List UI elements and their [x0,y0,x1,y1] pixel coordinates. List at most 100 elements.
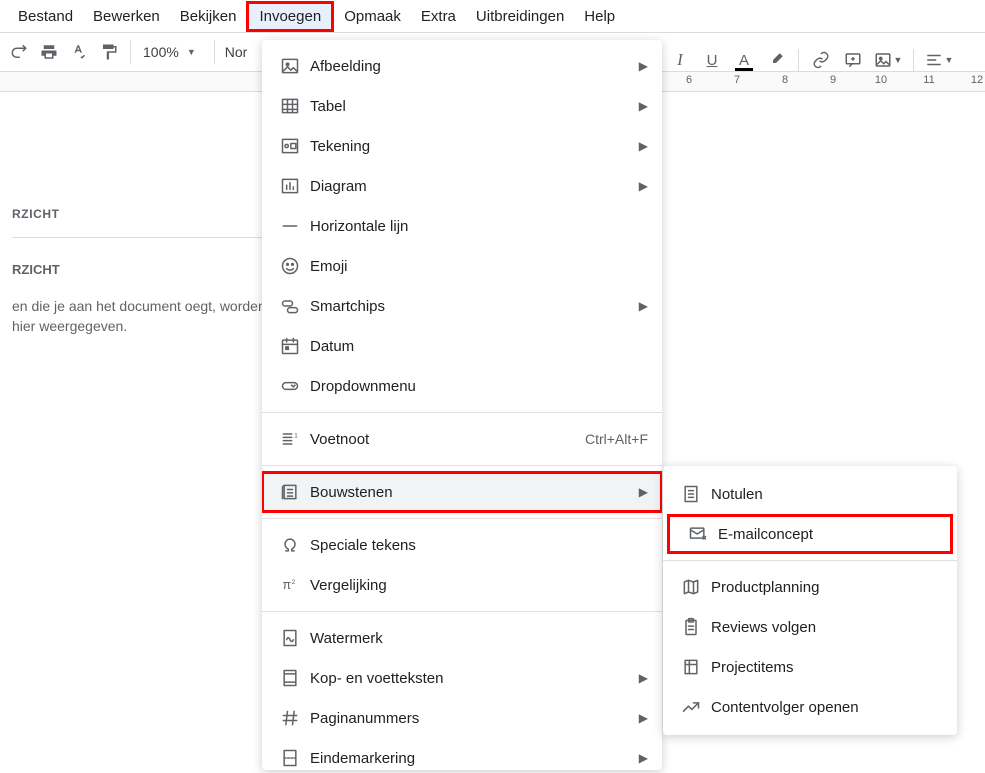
insert-menu-item-table[interactable]: Tabel▶ [262,86,662,126]
menu-item-label: Emoji [310,258,648,275]
menu-opmaak[interactable]: Opmaak [334,4,411,29]
submenu-item-label: Reviews volgen [711,619,943,636]
insert-menu-item-footnote[interactable]: 1VoetnootCtrl+Alt+F [262,419,662,459]
text-color-button[interactable]: A [731,47,757,73]
submenu-arrow-icon: ▶ [639,751,648,765]
submenu-arrow-icon: ▶ [639,485,648,499]
insert-menu-item-image[interactable]: Afbeelding▶ [262,46,662,86]
submenu-item-label: E-mailconcept [718,526,936,543]
menu-invoegen[interactable]: Invoegen [246,1,334,32]
menu-item-label: Tabel [310,98,639,115]
outline-panel: RZICHT + RZICHT en die je aan het docume… [0,92,300,336]
submenu-item-email[interactable]: E-mailconcept [667,514,953,554]
submenu-item-label: Notulen [711,486,943,503]
clipboard-icon [677,617,705,637]
omega-icon [276,535,304,555]
paint-format-icon[interactable] [97,40,121,64]
submenu-item-trend[interactable]: Contentvolger openen [663,687,957,727]
hash-icon [276,708,304,728]
add-comment-button[interactable] [840,47,866,73]
insert-menu-item-chart[interactable]: Diagram▶ [262,166,662,206]
table-icon [276,96,304,116]
menu-uitbreidingen[interactable]: Uitbreidingen [466,4,574,29]
outline-empty-desc: en die je aan het document oegt, worden … [12,297,288,336]
insert-menu-item-smartchips[interactable]: Smartchips▶ [262,286,662,326]
zoom-selector[interactable]: 100% ▼ [143,44,202,60]
date-icon [276,336,304,356]
menu-item-label: Eindemarkering [310,750,639,767]
menu-help[interactable]: Help [574,4,625,29]
insert-menu-item-emoji[interactable]: Emoji [262,246,662,286]
submenu-item-label: Projectitems [711,659,943,676]
toolbar-right-fragment: I U A ▼ ▼ [664,43,958,77]
emoji-icon [276,256,304,276]
insert-menu-item-blocks[interactable]: Bouwstenen▶ [262,472,662,512]
menubar: BestandBewerkenBekijkenInvoegenOpmaakExt… [0,0,985,32]
trend-icon [677,697,705,717]
menu-item-label: Bouwstenen [310,484,639,501]
zoom-value: 100% [143,44,179,60]
submenu-arrow-icon: ▶ [639,179,648,193]
italic-button[interactable]: I [667,47,693,73]
submenu-item-notes[interactable]: Notulen [663,474,957,514]
insert-menu-item-date[interactable]: Datum [262,326,662,366]
submenu-item-clipboard[interactable]: Reviews volgen [663,607,957,647]
align-button[interactable]: ▼ [923,47,955,73]
svg-text:2: 2 [292,579,296,586]
menu-bewerken[interactable]: Bewerken [83,4,170,29]
menu-item-label: Paginanummers [310,710,639,727]
redo-icon[interactable] [7,40,31,64]
paragraph-style[interactable]: Nor [225,44,248,60]
insert-menu-item-break[interactable]: Eindemarkering▶ [262,738,662,770]
watermark-icon [276,628,304,648]
insert-menu-item-hr[interactable]: Horizontale lijn [262,206,662,246]
submenu-arrow-icon: ▶ [639,139,648,153]
svg-text:1: 1 [294,432,298,439]
menu-extra[interactable]: Extra [411,4,466,29]
submenu-item-label: Contentvolger openen [711,699,943,716]
highlight-color-button[interactable] [763,47,789,73]
submenu-arrow-icon: ▶ [639,99,648,113]
break-icon [276,748,304,768]
menu-item-label: Datum [310,338,648,355]
submenu-arrow-icon: ▶ [639,299,648,313]
insert-menu-item-omega[interactable]: Speciale tekens [262,525,662,565]
insert-menu-item-hash[interactable]: Paginanummers▶ [262,698,662,738]
pi-icon: π2 [276,575,304,595]
insert-menu-item-drawing[interactable]: Tekening▶ [262,126,662,166]
underline-button[interactable]: U [699,47,725,73]
insert-image-button[interactable]: ▼ [872,47,904,73]
notes-icon [677,484,705,504]
print-icon[interactable] [37,40,61,64]
menu-item-label: Afbeelding [310,58,639,75]
smartchips-icon [276,296,304,316]
outline-title-2: RZICHT [12,262,288,277]
map-icon [677,577,705,597]
menu-item-label: Tekening [310,138,639,155]
menu-bekijken[interactable]: Bekijken [170,4,247,29]
submenu-arrow-icon: ▶ [639,59,648,73]
dropdown-icon [276,376,304,396]
insert-menu-item-dropdown[interactable]: Dropdownmenu [262,366,662,406]
menu-item-label: Watermerk [310,630,648,647]
spellcheck-icon[interactable] [67,40,91,64]
drawing-icon [276,136,304,156]
insert-menu-item-watermark[interactable]: Watermerk [262,618,662,658]
menu-item-label: Vergelijking [310,577,648,594]
hr-icon [276,216,304,236]
menu-item-label: Diagram [310,178,639,195]
submenu-item-map[interactable]: Productplanning [663,567,957,607]
building-blocks-submenu: Notulen E-mailconcept Productplanning Revie… [663,466,957,735]
menu-item-label: Voetnoot [310,431,585,448]
outline-title-1: RZICHT [12,207,60,221]
menu-bestand[interactable]: Bestand [8,4,83,29]
submenu-item-project[interactable]: Projectitems [663,647,957,687]
blocks-icon [276,482,304,502]
chart-icon [276,176,304,196]
email-icon [684,524,712,544]
image-icon [276,56,304,76]
insert-menu-item-headers[interactable]: Kop- en voetteksten▶ [262,658,662,698]
insert-link-button[interactable] [808,47,834,73]
menu-item-label: Smartchips [310,298,639,315]
insert-menu-item-pi[interactable]: π2 Vergelijking [262,565,662,605]
